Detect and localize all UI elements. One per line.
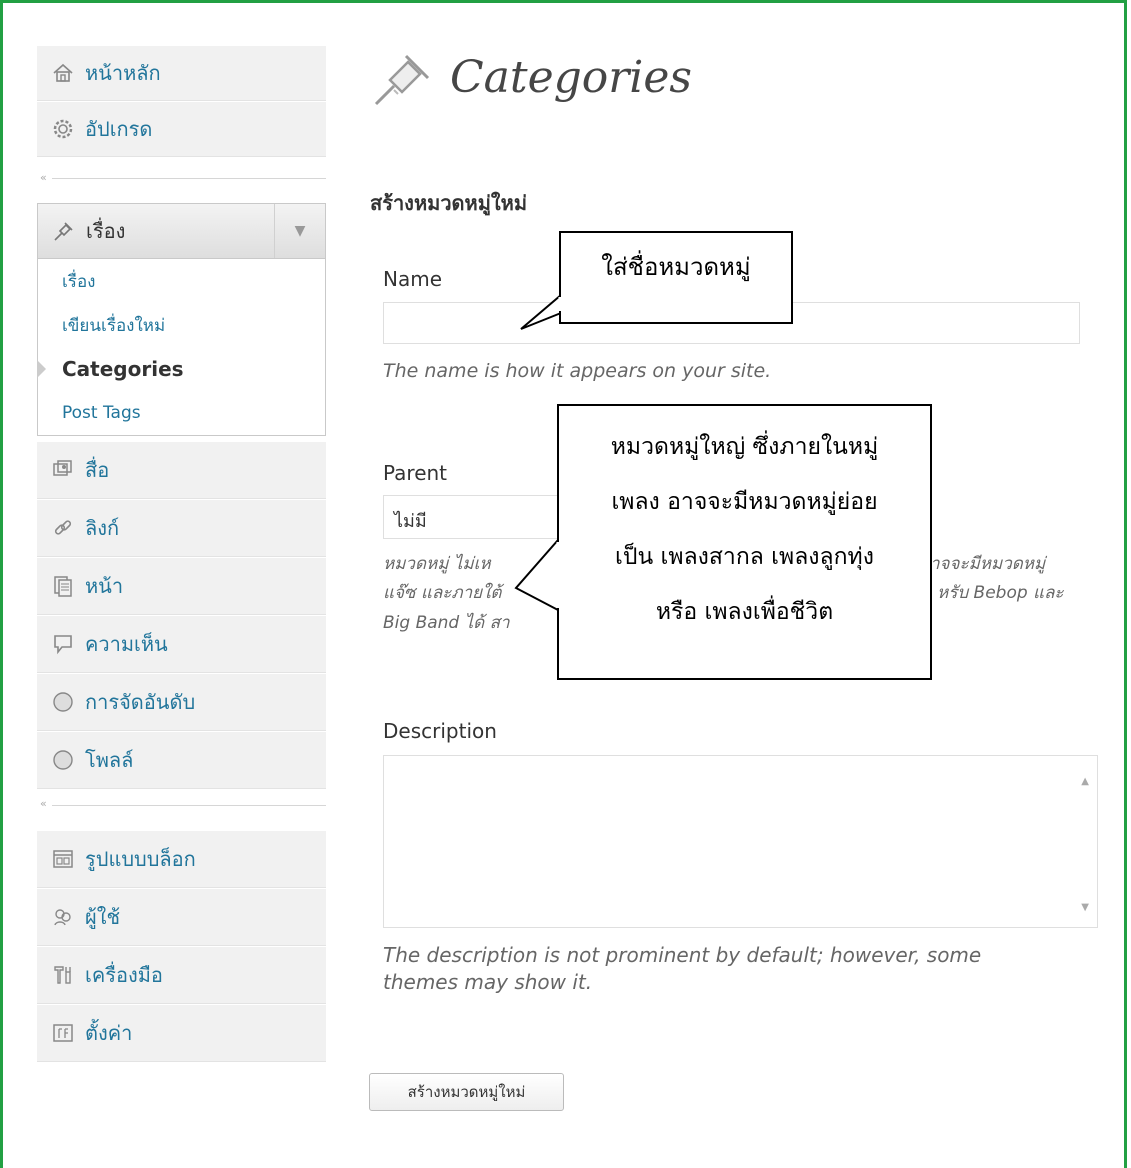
submenu-item-categories[interactable]: Categories [38, 347, 325, 391]
sidebar-item-label: ตั้งค่า [85, 1021, 133, 1045]
scroll-down-icon[interactable]: ▼ [1081, 902, 1089, 913]
name-callout-box: ใส่ชื่อหมวดหมู่ [559, 231, 793, 324]
sidebar-item-label: เรื่อง [86, 219, 126, 243]
description-help-line1: The description is not prominent by defa… [383, 943, 982, 967]
sidebar-item-settings[interactable]: ตั้งค่า [37, 1004, 326, 1062]
submenu-item-label: เรื่อง [62, 271, 96, 292]
users-icon [51, 905, 75, 929]
upgrade-gear-icon [51, 117, 75, 141]
sidebar-item-label: โพลล์ [85, 748, 134, 772]
sidebar-item-ratings[interactable]: การจัดอันดับ [37, 673, 326, 731]
sidebar-item-label: หน้า [85, 574, 124, 598]
sidebar-item-comments[interactable]: ความเห็น [37, 615, 326, 673]
sidebar-item-pages[interactable]: หน้า [37, 557, 326, 615]
form-heading: สร้างหมวดหมู่ใหม่ [370, 191, 528, 215]
sidebar-item-label: รูปแบบบล็อก [85, 847, 196, 871]
page-icon [51, 574, 75, 598]
page-title: Categories [450, 52, 692, 103]
sidebar-item-label: ลิงก์ [85, 516, 120, 540]
collapse-menu-icon[interactable]: « [40, 171, 47, 184]
menu-separator [52, 805, 326, 806]
submenu-item-label: Categories [62, 357, 184, 381]
sidebar-item-tools[interactable]: เครื่องมือ [37, 946, 326, 1004]
posts-submenu: เรื่อง เขียนเรื่องใหม่ Categories Post T… [37, 259, 326, 436]
tools-icon [51, 963, 75, 987]
parent-help-line2-tail: หรับ Bebop และ [937, 583, 1064, 603]
parent-help-line2: แจ๊ซ และภายใต้ [383, 583, 502, 603]
submenu-item-add-new[interactable]: เขียนเรื่องใหม่ [38, 303, 325, 347]
sidebar-item-label: การจัดอันดับ [85, 690, 196, 714]
sidebar-item-label: หน้าหลัก [85, 61, 161, 85]
settings-icon [51, 1021, 75, 1045]
sidebar-top-group: หน้าหลัก อัปเกรด [37, 45, 326, 157]
name-label: Name [383, 267, 443, 291]
parent-label: Parent [383, 461, 448, 485]
scroll-up-icon[interactable]: ▲ [1081, 776, 1089, 787]
sidebar-item-upgrade[interactable]: อัปเกรด [37, 101, 326, 157]
sidebar-item-label: อัปเกรด [85, 117, 153, 141]
name-callout-text: ใส่ชื่อหมวดหมู่ [601, 253, 751, 281]
pushpin-icon [374, 54, 430, 106]
polls-icon [51, 748, 75, 772]
parent-help-line1: หมวดหมู่ ไม่เห [383, 554, 491, 574]
chevron-down-icon[interactable]: ▼ [274, 204, 325, 258]
submenu-item-post-tags[interactable]: Post Tags [38, 391, 325, 435]
name-callout-tail-cover [558, 297, 562, 311]
link-icon [51, 516, 75, 540]
add-category-button[interactable]: สร้างหมวดหมู่ใหม่ [369, 1073, 564, 1111]
parent-help-line3: Big Band ได้ สา [383, 613, 510, 633]
collapse-menu-icon[interactable]: « [40, 797, 47, 810]
pushpin-icon [52, 219, 76, 243]
sidebar-item-users[interactable]: ผู้ใช้ [37, 888, 326, 946]
submenu-item-label: เขียนเรื่องใหม่ [62, 315, 166, 336]
parent-callout-box: หมวดหมู่ใหญ่ ซึ่งภายในหมู่ เพลง อาจจะมีห… [557, 404, 932, 680]
parent-callout-line: หมวดหมู่ใหญ่ ซึ่งภายในหมู่ [610, 434, 879, 460]
menu-separator [52, 178, 326, 179]
sidebar-item-dashboard[interactable]: หน้าหลัก [37, 45, 326, 101]
parent-select-value: ไม่มี [394, 511, 427, 532]
parent-help-line1-tail: าจจะมีหมวดหมู่ [930, 554, 1046, 574]
description-help-line2: themes may show it. [383, 970, 593, 994]
submenu-item-label: Post Tags [62, 403, 141, 423]
submenu-item-posts[interactable]: เรื่อง [38, 259, 325, 303]
description-textarea[interactable]: ▲ ▼ [383, 755, 1098, 928]
sidebar-item-label: ความเห็น [85, 632, 168, 656]
parent-callout-line: หรือ เพลงเพื่อชีวิต [655, 599, 834, 625]
comment-icon [51, 632, 75, 656]
media-icon [51, 458, 75, 482]
sidebar-item-label: ผู้ใช้ [85, 905, 121, 929]
sidebar-item-label: สื่อ [85, 458, 110, 482]
home-icon [51, 61, 75, 85]
sidebar-middle-group: สื่อ ลิงก์ หน้า ความเห็น การจัดอันดับ โพ… [37, 441, 326, 789]
sidebar-item-posts[interactable]: เรื่อง ▼ [37, 203, 326, 259]
sidebar-item-label: เครื่องมือ [85, 963, 163, 987]
parent-callout-line: เป็น เพลงสากล เพลงลูกทุ่ง [615, 544, 874, 570]
sidebar-item-polls[interactable]: โพลล์ [37, 731, 326, 789]
parent-callout-tail-cover [556, 542, 560, 608]
sidebar-item-appearance[interactable]: รูปแบบบล็อก [37, 830, 326, 888]
parent-callout-line: เพลง อาจจะมีหมวดหมู่ย่อย [611, 489, 878, 515]
description-label: Description [383, 719, 497, 743]
sidebar-item-media[interactable]: สื่อ [37, 441, 326, 499]
sidebar-bottom-group: รูปแบบบล็อก ผู้ใช้ เครื่องมือ ตั้งค่า [37, 830, 326, 1062]
name-help: The name is how it appears on your site. [383, 360, 772, 382]
sidebar-item-links[interactable]: ลิงก์ [37, 499, 326, 557]
current-item-arrow-icon [37, 360, 46, 378]
ratings-icon [51, 690, 75, 714]
appearance-icon [51, 847, 75, 871]
parent-select[interactable]: ไม่มี [383, 495, 563, 539]
